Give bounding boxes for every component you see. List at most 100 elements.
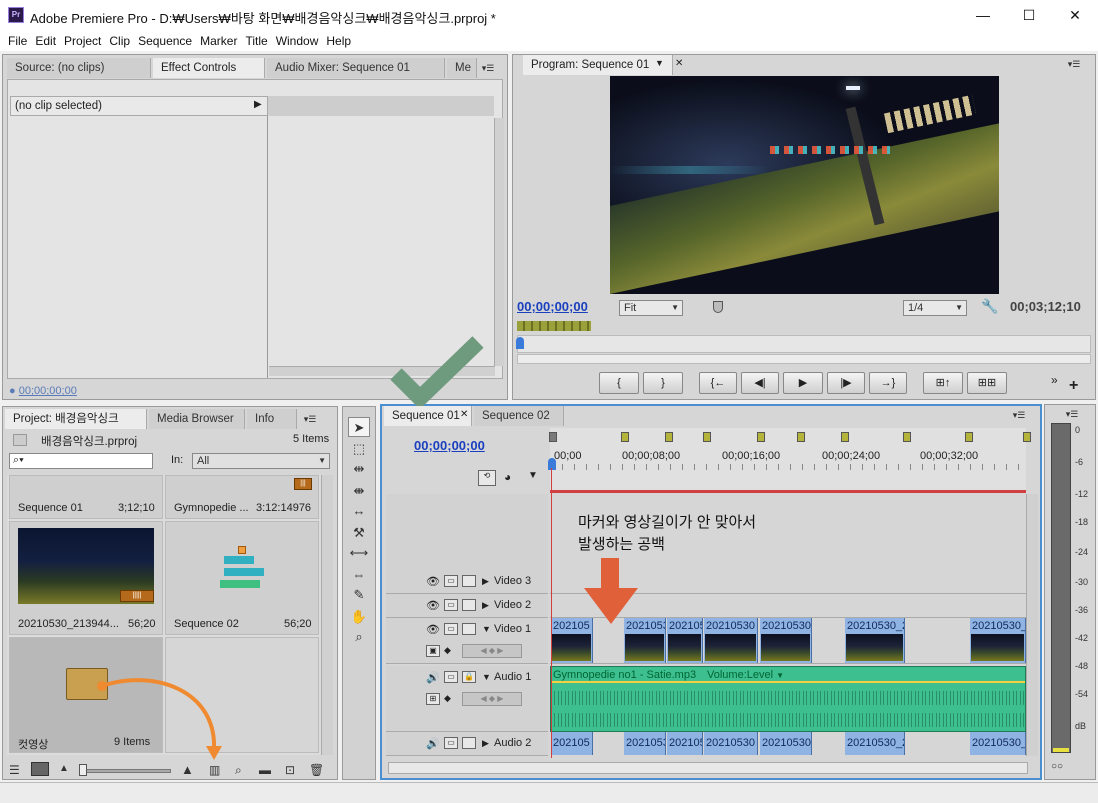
video-clip[interactable]: 20210530 (704, 618, 758, 663)
keyframe-icon[interactable]: ◆ (444, 645, 451, 656)
timeline-horizontal-scrollbar[interactable] (388, 762, 1028, 774)
program-zoom-scrollbar[interactable] (517, 354, 1091, 364)
sync-lock-icon[interactable] (462, 623, 476, 635)
mark-in-button[interactable]: { (599, 372, 639, 394)
lock-track-icon[interactable]: ▭ (444, 623, 458, 635)
menu-sequence[interactable]: Sequence (134, 31, 196, 51)
razor-tool-icon[interactable]: ⚒ (348, 523, 370, 543)
solo-buttons-icon[interactable]: ○○ (1051, 761, 1063, 772)
lock-icon[interactable]: 🔒 (462, 671, 476, 683)
wrench-icon[interactable]: 🔧 (981, 298, 998, 315)
speaker-icon[interactable]: 🔊 (426, 737, 440, 750)
expand-arrow-icon[interactable]: ▶ (482, 600, 489, 611)
keyframe-nav[interactable]: ◀ ◆ ▶ (462, 692, 522, 706)
program-time-ruler[interactable] (517, 335, 1091, 353)
add-button-icon[interactable]: + (1069, 377, 1078, 395)
button-editor-icon[interactable]: » (1051, 373, 1058, 387)
audio2-clip[interactable]: 20210530_ (760, 732, 812, 755)
go-to-out-button[interactable]: →} (869, 372, 907, 394)
audio2-clip[interactable]: 20210530 (704, 732, 758, 755)
project-item-sequence02[interactable]: Sequence 02 56;20 (165, 521, 319, 635)
project-item-sequence01[interactable]: Sequence 01 3;12;10 (9, 475, 163, 519)
sync-lock-icon[interactable] (462, 575, 476, 587)
ripple-edit-tool-icon[interactable]: ⇹ (348, 459, 370, 479)
menu-project[interactable]: Project (60, 31, 105, 51)
tab-sequence02[interactable]: Sequence 02 (474, 406, 564, 426)
sequence-marker[interactable] (549, 432, 557, 442)
tab-source[interactable]: Source: (no clips) (7, 58, 151, 78)
close-tab-icon[interactable]: ✕ (675, 58, 683, 69)
slider-handle[interactable] (79, 764, 87, 776)
expand-arrow-icon[interactable]: ▶ (482, 738, 489, 749)
collapse-arrow-icon[interactable]: ▼ (482, 672, 491, 682)
menu-title[interactable]: Title (241, 31, 271, 51)
automate-to-sequence-icon[interactable]: ▥ (209, 763, 220, 777)
mark-out-button[interactable]: } (643, 372, 683, 394)
slip-tool-icon[interactable]: ⟷ (348, 543, 370, 563)
zoom-out-icon[interactable]: ▲ (59, 763, 69, 774)
menu-help[interactable]: Help (322, 31, 355, 51)
tab-effect-controls[interactable]: Effect Controls (153, 58, 265, 78)
dropdown-arrow-icon[interactable]: ▼ (655, 58, 664, 68)
extract-button[interactable]: ⊞⊞ (967, 372, 1007, 394)
timeline-vertical-scrollbar[interactable] (1026, 494, 1038, 756)
lock-track-icon[interactable]: ▭ (444, 671, 458, 683)
trash-icon[interactable]: 🗑 (309, 763, 324, 777)
rate-stretch-tool-icon[interactable]: ↔ (348, 501, 370, 521)
audio2-clip[interactable]: 20210530_2 (970, 732, 1026, 755)
tab-program[interactable]: Program: Sequence 01 (523, 55, 673, 75)
resolution-dropdown[interactable]: 1/4 ▼ (903, 300, 967, 316)
sequence-marker[interactable] (965, 432, 973, 442)
go-to-in-button[interactable]: {← (699, 372, 737, 394)
video-clip[interactable]: 20210530_ (760, 618, 812, 663)
in-filter-dropdown[interactable]: All ▼ (192, 453, 330, 469)
lock-track-icon[interactable]: ▭ (444, 599, 458, 611)
vertical-scrollbar[interactable] (494, 118, 504, 366)
sequence-marker[interactable] (1023, 432, 1031, 442)
audio2-clip[interactable]: 202105 (551, 732, 593, 755)
find-icon[interactable]: ⌕ (235, 763, 242, 778)
sequence-marker[interactable] (621, 432, 629, 442)
tab-info[interactable]: Info (247, 409, 297, 429)
menu-file[interactable]: File (4, 31, 31, 51)
tab-media-browser[interactable]: Media Browser (149, 409, 245, 429)
tab-project[interactable]: Project: 배경음악싱크 (5, 409, 147, 429)
selection-tool-icon[interactable]: ➤ (348, 417, 370, 437)
zoom-tool-icon[interactable]: ⌕ (348, 627, 370, 647)
snap-icon[interactable]: ⟲ (478, 470, 496, 486)
lift-button[interactable]: ⊞↑ (923, 372, 963, 394)
hand-tool-icon[interactable]: ✋ (348, 607, 370, 627)
step-forward-button[interactable]: |▶ (827, 372, 865, 394)
keyframe-icon[interactable]: ◆ (444, 693, 451, 704)
playhead-icon[interactable] (548, 458, 556, 470)
video-clip[interactable]: 20210530_2 (970, 618, 1026, 663)
display-style-icon[interactable]: ▣ (426, 645, 440, 657)
eye-icon[interactable]: 👁 (426, 575, 440, 588)
rolling-edit-tool-icon[interactable]: ⇼ (348, 481, 370, 501)
sequence-marker[interactable] (841, 432, 849, 442)
video-clip[interactable]: 20210530_2 (845, 618, 905, 663)
tab-metadata[interactable]: Me (447, 58, 477, 78)
sequence-marker[interactable] (903, 432, 911, 442)
speaker-icon[interactable]: 🔊 (426, 671, 440, 684)
close-tab-icon[interactable]: ✕ (460, 409, 468, 420)
zoom-in-icon[interactable]: ▲ (181, 762, 194, 777)
new-bin-icon[interactable]: ▬ (259, 763, 271, 777)
project-item-video-clip[interactable]: ||||| 20210530_213944... 56;20 (9, 521, 163, 635)
panel-menu-icon[interactable]: ▾☰ (301, 412, 319, 426)
volume-level-dropdown[interactable]: Volume:Level ▼ (707, 669, 784, 681)
panel-menu-icon[interactable]: ▾☰ (1010, 408, 1028, 422)
step-back-button[interactable]: ◀| (741, 372, 779, 394)
play-button[interactable]: ▶ (783, 372, 823, 394)
project-search-input[interactable]: ⌕▾ (9, 453, 153, 469)
menu-clip[interactable]: Clip (105, 31, 134, 51)
work-area-bar[interactable] (550, 490, 1026, 493)
audio2-clip[interactable]: 20210530 (624, 732, 666, 755)
icon-view-icon[interactable] (31, 762, 49, 776)
add-marker-icon[interactable]: ▼ (528, 470, 538, 481)
eye-icon[interactable]: 👁 (426, 599, 440, 612)
panel-menu-icon[interactable]: ▾☰ (1063, 407, 1081, 421)
project-item-gymnopedie[interactable]: ||| Gymnopedie ... 3:12:14976 (165, 475, 319, 519)
collapse-arrow-icon[interactable]: ▼ (482, 624, 491, 634)
lock-track-icon[interactable]: ▭ (444, 575, 458, 587)
